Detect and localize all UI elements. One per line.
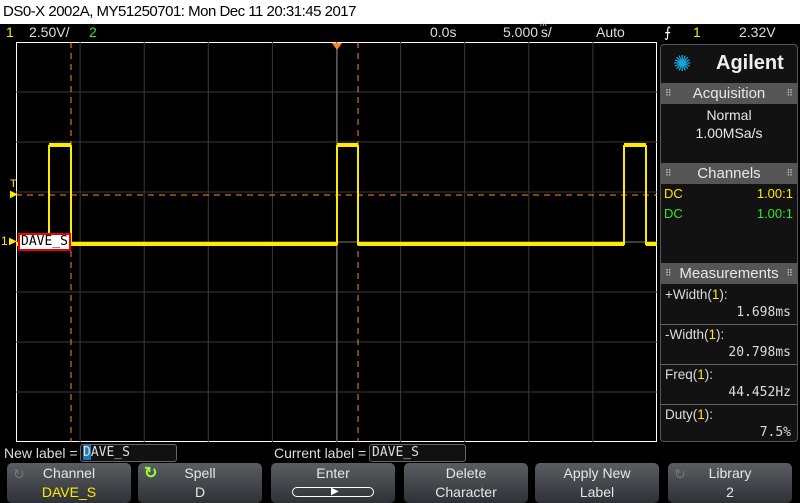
time-scale[interactable]: 5.000 s/m [503, 20, 552, 41]
side-panel: ✺ Agilent ⠿ Acquisition ⠿ Normal 1.00MSa/s… [660, 44, 798, 442]
rising-edge-icon: ⨍ [664, 24, 672, 40]
ch1-probe: 1.00:1 [756, 186, 793, 201]
softkey-spell[interactable]: ↻ Spell D [138, 463, 262, 503]
softkey-enter[interactable]: Enter ▶ [271, 463, 395, 503]
measurement-value: 1.698ms [736, 305, 791, 320]
ch1-indicator[interactable]: 1 [6, 24, 14, 41]
time-delay[interactable]: 0.0s [430, 24, 456, 41]
measurement-value: 7.5% [759, 425, 791, 440]
measurements-header[interactable]: ⠿ Measurements ⠿ [661, 263, 797, 284]
softkey-delete-character[interactable]: Delete Character [404, 463, 528, 503]
current-label-value: DAVE_S [369, 444, 466, 462]
brand-name: Agilent [716, 52, 784, 74]
label-bar: New label = DAVE_S Current label = DAVE_… [0, 443, 660, 463]
sample-rate: 1.00MSa/s [695, 125, 763, 141]
softkey-channel[interactable]: ↻ Channel DAVE_S [7, 463, 131, 503]
trigger-mode[interactable]: Auto [596, 24, 625, 41]
status-bar: 1 2.50V/ 2 0.0s 5.000 s/m Auto ⨍ 1 2.32V [0, 20, 800, 42]
measurement-value: 20.798ms [728, 345, 791, 360]
current-label-caption: Current label = [274, 445, 367, 461]
agilent-logo-icon: ✺ [673, 51, 692, 76]
ch2-probe: 1.00:1 [756, 206, 793, 221]
measurement-item[interactable]: +Width(1): 1.698ms [661, 285, 797, 325]
waveform-display[interactable]: DAVE_S [16, 42, 657, 442]
new-label-caption: New label = [4, 445, 78, 461]
trigger-level[interactable]: 2.32V [739, 24, 776, 41]
text-cursor: D [83, 445, 91, 460]
measurement-item[interactable]: Duty(1): 7.5% [661, 405, 797, 445]
window-title: DS0-X 2002A, MY51250701: Mon Dec 11 20:3… [0, 0, 800, 24]
ch1-scale[interactable]: 2.50V/ [29, 24, 69, 41]
enter-arrow-icon: ▶ [292, 486, 374, 497]
ch1-coupling: DC [664, 186, 683, 201]
softkey-apply-new-label[interactable]: Apply New Label [535, 463, 659, 503]
ch1-ground-marker[interactable]: 1 [1, 234, 8, 248]
softkey-library[interactable]: ↻ Library 2 [668, 463, 792, 503]
acquisition-mode: Normal [706, 107, 752, 123]
time-scale-prefix: m [540, 19, 547, 28]
trigger-position-marker [332, 43, 342, 50]
channel-label: DAVE_S [18, 233, 71, 251]
rotate-knob-icon: ↻ [13, 466, 25, 482]
acquisition-header[interactable]: ⠿ Acquisition ⠿ [661, 83, 797, 104]
trigger-arrow-icon: ▶ [10, 189, 18, 200]
measurement-value: 44.452Hz [728, 385, 791, 400]
ch2-indicator[interactable]: 2 [89, 24, 97, 41]
rotate-knob-icon: ↻ [144, 465, 158, 482]
trigger-source: 1 [693, 24, 701, 40]
measurement-item[interactable]: Freq(1): 44.452Hz [661, 365, 797, 405]
measurement-item[interactable]: -Width(1): 20.798ms [661, 325, 797, 365]
ch2-coupling: DC [664, 206, 683, 221]
channels-header[interactable]: ⠿ Channels ⠿ [661, 163, 797, 184]
new-label-input[interactable]: DAVE_S [80, 444, 177, 462]
rotate-knob-icon: ↻ [674, 466, 686, 482]
ground-icon: ▶ [9, 236, 17, 247]
